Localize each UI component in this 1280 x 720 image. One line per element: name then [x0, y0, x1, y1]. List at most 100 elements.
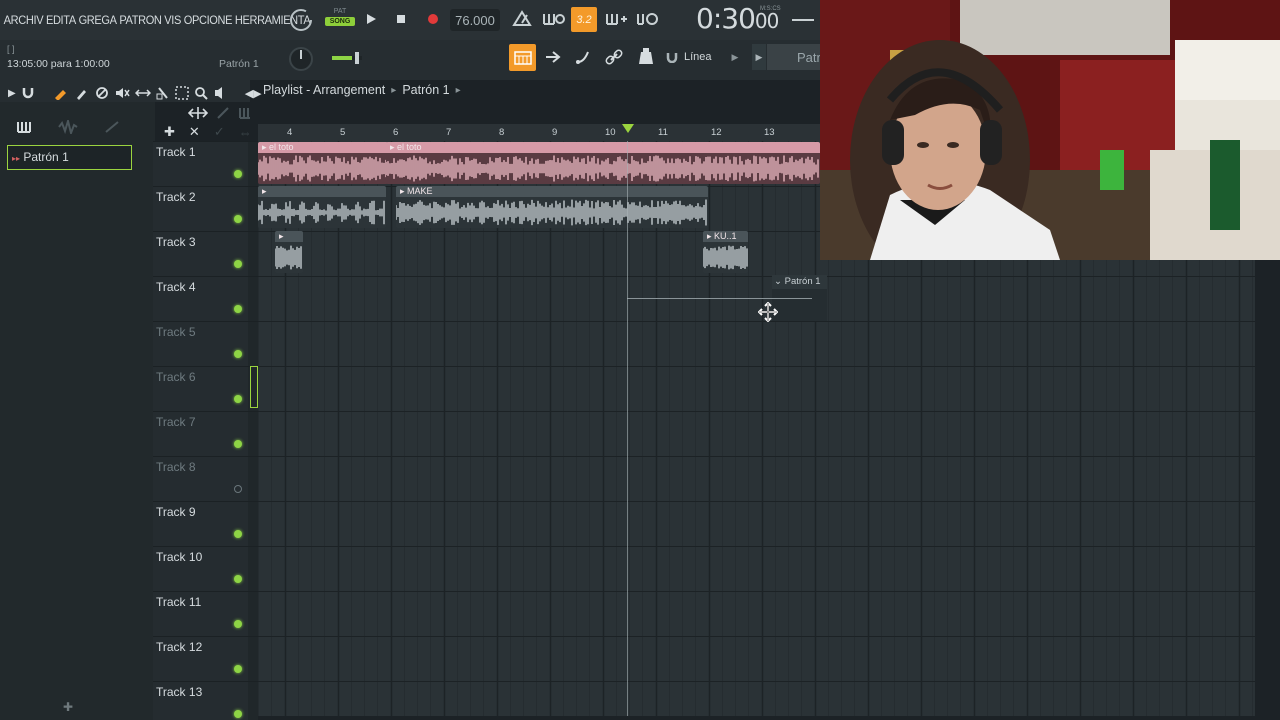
track-header[interactable]: Track 1 — [153, 141, 248, 186]
track-mute-led-icon[interactable] — [234, 620, 242, 628]
slip-tool-icon[interactable] — [134, 86, 151, 100]
track-separator — [248, 411, 258, 456]
menu-item-edita[interactable]: EDITA — [46, 13, 76, 27]
hint-text: 13:05:00 para 1:00:00 — [7, 58, 110, 70]
track-separator — [248, 591, 258, 636]
track-header[interactable]: Track 11 — [153, 591, 248, 636]
track-mute-led-icon[interactable] — [234, 395, 242, 403]
pat-song-toggle[interactable]: PAT SONG — [325, 8, 355, 34]
step-edit-icon[interactable] — [604, 10, 628, 28]
audio-clip[interactable]: ▸ el toto — [386, 142, 820, 184]
add-track-icon[interactable]: ✚ — [164, 124, 175, 140]
slice-tool-icon[interactable] — [156, 86, 170, 100]
picker-tools — [16, 120, 120, 134]
track-header[interactable]: Track 3 — [153, 231, 248, 276]
menu-item-vis[interactable]: VIS — [164, 13, 181, 27]
track-mute-led-icon[interactable] — [234, 665, 242, 673]
track-mute-led-icon[interactable] — [234, 350, 242, 358]
audio-clip[interactable]: ▸ KU..1 — [703, 231, 748, 273]
menu-item-agrega[interactable]: GREGA — [79, 13, 117, 27]
tempo-tap-icon[interactable] — [286, 5, 316, 35]
mute-tool-icon[interactable] — [114, 86, 130, 100]
track-expand-icon[interactable]: ⇔ — [239, 125, 252, 140]
stop-button[interactable] — [390, 8, 412, 30]
audio-picker-icon[interactable] — [58, 120, 78, 134]
master-volume-knob[interactable] — [286, 44, 316, 74]
tempo-display[interactable]: 76.000 — [450, 9, 500, 31]
remove-track-icon[interactable]: ✕ — [189, 124, 200, 140]
clip-name: el toto — [397, 142, 422, 152]
track-header[interactable]: Track 7 — [153, 411, 248, 456]
track-mute-led-icon[interactable] — [234, 215, 242, 223]
browser-pattern-item[interactable]: ▸▸ Patrón 1 — [7, 145, 132, 170]
playlist-menu-arrow-icon[interactable]: ◀▶ — [245, 87, 262, 100]
piano-roll-icon[interactable] — [574, 48, 594, 66]
snap-selector[interactable]: Línea ▶ — [666, 48, 746, 66]
track-header[interactable]: Track 10 — [153, 546, 248, 591]
select-tool-icon[interactable] — [174, 86, 189, 100]
ruler-bar-number: 13 — [764, 127, 775, 138]
playhead-marker-icon[interactable] — [622, 124, 634, 133]
timeline-ruler[interactable]: 4 5 6 7 8 9 10 11 12 13 — [258, 124, 820, 141]
playback-tool-icon[interactable] — [213, 86, 227, 100]
audio-clip[interactable]: ▸ — [275, 231, 303, 273]
channel-rack-arrow-icon[interactable] — [544, 49, 564, 65]
magnet-snap-icon[interactable] — [21, 86, 35, 100]
metronome-icon[interactable] — [510, 9, 534, 29]
track-mute-led-icon[interactable] — [234, 710, 242, 718]
track-header[interactable]: Track 8 — [153, 456, 248, 501]
track-mute-led-icon[interactable] — [234, 170, 242, 178]
track-header[interactable]: Track 9 — [153, 501, 248, 546]
clip-title: ▸ KU..1 — [703, 231, 748, 242]
track-label: Track 11 — [156, 595, 202, 609]
pattern-prev-icon[interactable]: ▶ — [752, 44, 766, 70]
track-mute-led-icon[interactable] — [234, 485, 242, 493]
menu-item-patron[interactable]: PATRON — [119, 13, 162, 27]
options-arrow-icon[interactable]: ▶ — [8, 88, 16, 99]
track-header[interactable]: Track 4 — [153, 276, 248, 321]
track-header[interactable]: Track 13 — [153, 681, 248, 720]
paint-brush-icon[interactable] — [74, 86, 90, 100]
pattern-selector[interactable]: Patr — [767, 44, 821, 70]
clip-title: ▸ el toto — [258, 142, 388, 153]
automation-picker-icon[interactable] — [104, 120, 120, 134]
track-header[interactable]: Track 2 — [153, 186, 248, 231]
zoom-tool-icon[interactable] — [194, 86, 208, 100]
track-header[interactable]: Track 6 — [153, 366, 248, 411]
delete-tool-icon[interactable] — [95, 86, 109, 100]
track-mute-led-icon[interactable] — [234, 440, 242, 448]
master-pitch-slider[interactable] — [330, 50, 366, 66]
mixer-icon[interactable] — [636, 46, 656, 68]
browser-add-icon[interactable]: ✚ — [63, 700, 73, 714]
track-mute-led-icon[interactable] — [234, 530, 242, 538]
move-tracks-icon[interactable] — [188, 106, 208, 120]
pattern-picker-icon[interactable] — [16, 120, 32, 134]
link-icon[interactable] — [605, 48, 625, 66]
wait-input-icon[interactable] — [541, 10, 565, 28]
play-button[interactable] — [360, 8, 382, 30]
playlist-pattern-crumb[interactable]: Patrón 1 — [402, 83, 449, 97]
audio-clip[interactable]: ▸ el toto — [258, 142, 388, 184]
track-link-icon[interactable] — [216, 106, 230, 120]
pencil-tool-icon[interactable] — [53, 86, 69, 100]
track-mute-led-icon[interactable] — [234, 260, 242, 268]
loop-record-icon[interactable] — [635, 10, 659, 28]
menu-item-archivo[interactable]: ARCHIV — [4, 13, 44, 27]
record-button[interactable] — [422, 8, 444, 30]
track-label: Track 6 — [156, 370, 196, 384]
pattern-steps-button[interactable]: 3.2 — [571, 7, 597, 32]
playlist-view-button[interactable] — [509, 44, 536, 71]
track-mute-led-icon[interactable] — [234, 305, 242, 313]
track-label: Track 5 — [156, 325, 196, 339]
track-header[interactable]: Track 12 — [153, 636, 248, 681]
track-mute-led-icon[interactable] — [234, 575, 242, 583]
track-grid-icon[interactable] — [238, 106, 252, 120]
audio-clip[interactable]: ▸ MAKE — [396, 186, 708, 228]
audio-clip[interactable]: ▸ — [258, 186, 386, 228]
ruler-bar-number: 4 — [287, 127, 293, 138]
track-tools-top — [188, 106, 252, 120]
track-header[interactable]: Track 5 — [153, 321, 248, 366]
rename-track-icon[interactable]: ✓ — [214, 124, 225, 140]
ruler-bar-number: 12 — [711, 127, 722, 138]
menu-item-opciones[interactable]: OPCIONE — [184, 13, 233, 27]
